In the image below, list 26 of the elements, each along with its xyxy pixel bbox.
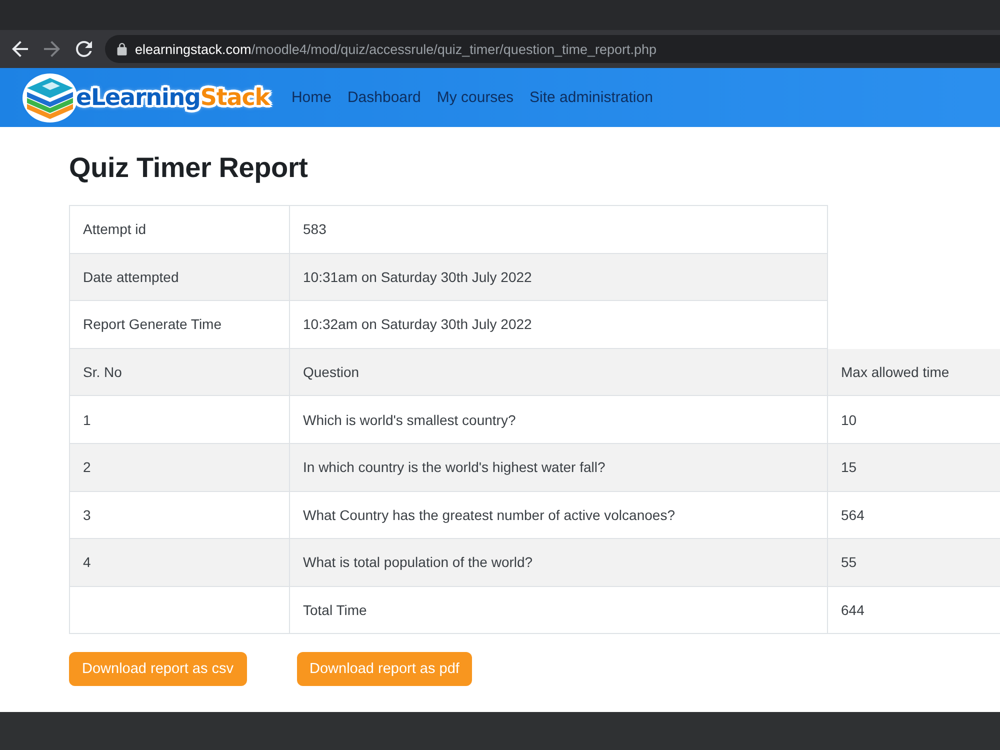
nav-link[interactable]: Site administration bbox=[530, 89, 653, 106]
column-header: Question bbox=[290, 348, 828, 396]
lock-icon bbox=[117, 42, 127, 56]
page-title: Quiz Timer Report bbox=[69, 151, 308, 185]
reload-icon bbox=[76, 41, 92, 57]
column-header: Max allowed time bbox=[828, 348, 1000, 396]
table-cell: 15 bbox=[828, 444, 1000, 492]
forward-arrow-icon bbox=[44, 41, 60, 57]
table-cell: 2 bbox=[70, 444, 290, 492]
address-bar[interactable]: elearningstack.com/moodle4/mod/quiz/accessrule/quiz_timer/question_time_report.php bbox=[105, 35, 1000, 63]
table-cell: In which country is the world's highest water fall? bbox=[290, 444, 828, 492]
table-cell: What is total population of the world? bbox=[290, 539, 828, 587]
table-cell: 644 bbox=[828, 586, 1000, 634]
column-header: Sr. No bbox=[70, 348, 290, 396]
download-button[interactable]: Download report as csv bbox=[69, 652, 247, 686]
download-button[interactable]: Download report as pdf bbox=[296, 652, 472, 686]
logo-icon bbox=[22, 72, 78, 122]
table-cell: 10:31am on Saturday 30th July 2022 bbox=[290, 254, 828, 302]
table-cell: 4 bbox=[70, 539, 290, 587]
back-arrow-icon bbox=[12, 41, 28, 57]
table-cell: Total Time bbox=[290, 586, 828, 634]
nav-link[interactable]: Dashboard bbox=[347, 89, 421, 106]
table-cell: 55 bbox=[828, 539, 1000, 587]
nav-link[interactable]: My courses bbox=[436, 89, 514, 106]
nav-link[interactable]: Home bbox=[291, 89, 332, 106]
row-label: Date attempted bbox=[70, 254, 290, 302]
